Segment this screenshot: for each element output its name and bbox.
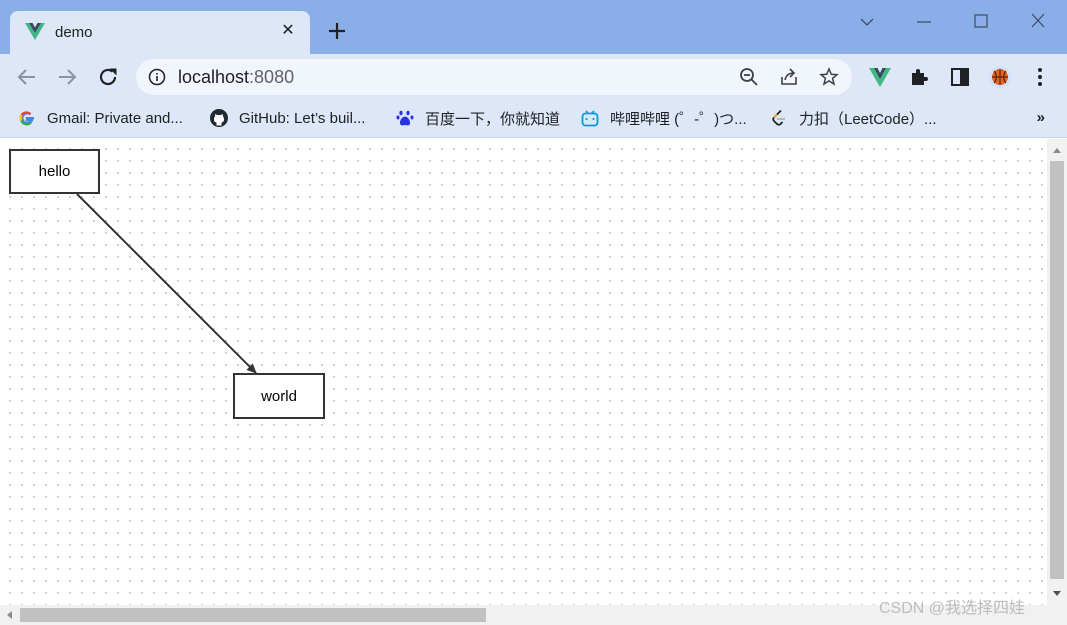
back-arrow-icon[interactable] xyxy=(15,65,39,89)
scroll-corner xyxy=(1047,605,1067,625)
zoom-icon[interactable] xyxy=(739,67,759,87)
maximize-icon[interactable] xyxy=(969,10,993,34)
leetcode-icon xyxy=(772,109,785,126)
bookmark-gmail[interactable]: Gmail: Private and... xyxy=(18,107,183,129)
close-icon[interactable] xyxy=(1026,10,1050,34)
puzzle-icon[interactable] xyxy=(908,65,932,89)
bookmark-star-icon[interactable] xyxy=(819,67,839,87)
vertical-scroll-thumb[interactable] xyxy=(1050,161,1064,579)
diagram-canvas[interactable]: hello world xyxy=(0,139,1047,605)
bookmarks-bar: Gmail: Private and... GitHub: Let’s buil… xyxy=(0,100,1067,138)
bookmark-label: GitHub: Let’s buil... xyxy=(239,109,366,127)
chevron-down-icon[interactable] xyxy=(855,10,879,34)
scroll-up-icon[interactable] xyxy=(1047,143,1067,157)
horizontal-scroll-thumb[interactable] xyxy=(20,608,486,622)
edge-layer xyxy=(76,193,257,374)
scroll-down-icon[interactable] xyxy=(1047,587,1067,601)
bookmark-baidu[interactable]: 百度一下，你就知道 xyxy=(396,107,560,129)
bookmark-bilibili[interactable]: 哔哩哔哩 (゜-゜)つ... xyxy=(581,107,747,129)
address-bar[interactable]: localhost:8080 xyxy=(136,59,852,95)
url-text[interactable]: localhost:8080 xyxy=(178,67,294,88)
bookmark-label: 力扣（LeetCode）... xyxy=(799,110,937,128)
new-tab-icon[interactable] xyxy=(326,20,348,42)
side-panel-icon[interactable] xyxy=(948,65,972,89)
bookmark-label: 哔哩哔哩 (゜-゜)つ... xyxy=(610,110,747,128)
google-icon xyxy=(19,111,34,126)
vue-logo-icon xyxy=(25,23,45,40)
reload-icon[interactable] xyxy=(96,65,120,89)
node-hello[interactable]: hello xyxy=(9,149,100,194)
info-icon[interactable] xyxy=(148,68,166,86)
edge-hello-to-world[interactable] xyxy=(76,193,257,374)
url-host: localhost xyxy=(178,67,250,87)
bookmark-github[interactable]: GitHub: Let’s buil... xyxy=(210,107,365,129)
tab-close-icon[interactable]: ✕ xyxy=(278,21,298,41)
tab-title: demo xyxy=(55,24,93,41)
watermark: CSDN @我选择四娃 xyxy=(879,600,1026,617)
profile-avatar-icon[interactable] xyxy=(988,65,1012,89)
bookmarks-overflow-button[interactable]: » xyxy=(1037,109,1045,126)
browser-toolbar: localhost:8080 xyxy=(0,54,1067,100)
baidu-icon xyxy=(396,110,414,126)
node-world[interactable]: world xyxy=(233,373,325,419)
url-port: :8080 xyxy=(249,67,295,87)
vertical-scrollbar[interactable] xyxy=(1047,139,1067,605)
scroll-left-icon[interactable] xyxy=(2,608,16,622)
github-icon xyxy=(210,109,228,127)
share-icon[interactable] xyxy=(779,67,799,87)
bilibili-icon xyxy=(581,110,599,127)
bookmark-label: Gmail: Private and... xyxy=(47,109,183,127)
title-bar: demo ✕ xyxy=(0,0,1067,54)
more-menu-icon[interactable] xyxy=(1028,65,1052,89)
bookmark-label: 百度一下，你就知道 xyxy=(425,110,561,128)
forward-arrow-icon[interactable] xyxy=(55,65,79,89)
minimize-icon[interactable] xyxy=(912,10,936,34)
tab-demo[interactable]: demo ✕ xyxy=(10,11,310,54)
vue-devtools-icon[interactable] xyxy=(868,65,892,89)
bookmark-leetcode[interactable]: 力扣（LeetCode）... xyxy=(770,107,937,129)
